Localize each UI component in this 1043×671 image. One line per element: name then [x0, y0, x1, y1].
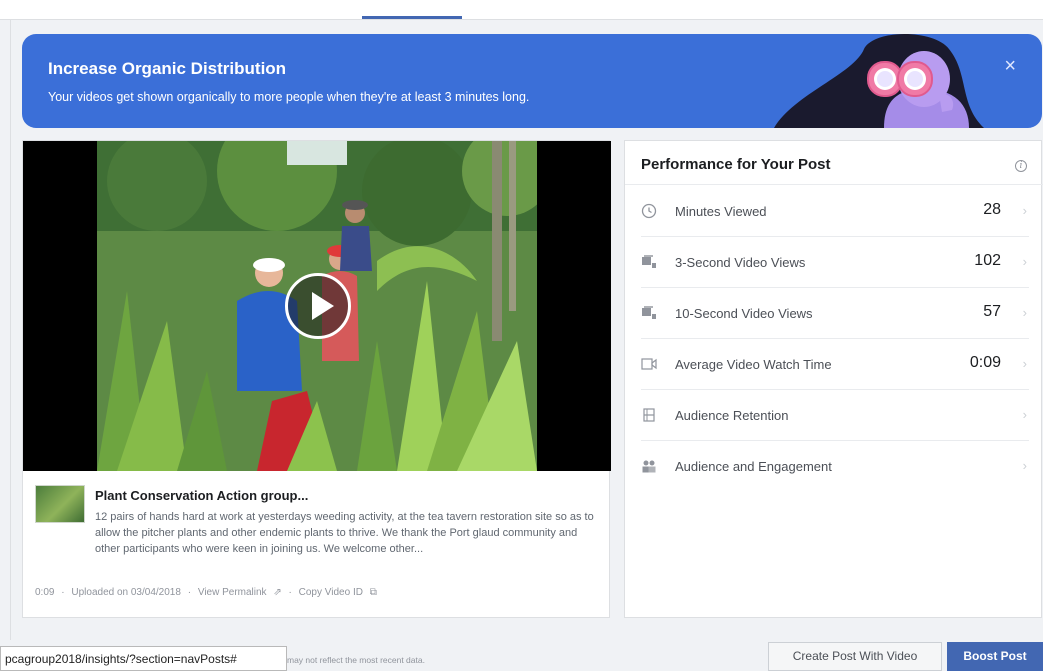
metric-row-audience-engagement[interactable]: Audience and Engagement ›	[641, 441, 1029, 492]
top-tab-bar	[0, 0, 1043, 20]
create-post-with-video-button[interactable]: Create Post With Video	[768, 642, 942, 671]
post-description: 12 pairs of hands hard at work at yester…	[95, 511, 594, 555]
banner-subtitle: Your videos get shown organically to mor…	[48, 90, 530, 104]
data-freshness-note: may not reflect the most recent data.	[287, 655, 425, 665]
metric-row-minutes-viewed[interactable]: Minutes Viewed 28 ›	[641, 186, 1029, 237]
organic-distribution-banner: Increase Organic Distribution Your video…	[22, 34, 1042, 128]
metric-value: 0:09	[969, 354, 1001, 371]
metric-value: 102	[974, 252, 1001, 269]
video-camera-icon	[641, 358, 657, 370]
metric-label: Minutes Viewed	[675, 204, 767, 219]
meta-separator: ·	[61, 587, 65, 598]
chevron-right-icon: ›	[1022, 203, 1027, 218]
metric-label: 3-Second Video Views	[675, 255, 806, 270]
active-tab-indicator	[362, 16, 462, 19]
content-border	[10, 20, 11, 640]
external-link-icon: ⇗	[273, 587, 282, 598]
metric-label: Audience and Engagement	[675, 459, 832, 474]
view-permalink-link[interactable]: View Permalink	[198, 587, 267, 598]
chevron-right-icon: ›	[1022, 254, 1027, 269]
meta-separator: ·	[187, 587, 192, 598]
banner-title: Increase Organic Distribution	[48, 59, 287, 78]
meta-separator: ·	[288, 587, 292, 598]
post-title[interactable]: Plant Conservation Action group...	[95, 488, 308, 503]
film-icon	[643, 408, 655, 422]
post-meta: 0:09 · Uploaded on 03/04/2018 · View Per…	[35, 587, 381, 598]
metric-label: Audience Retention	[675, 408, 789, 423]
metric-value: 28	[983, 201, 1001, 218]
chevron-right-icon: ›	[1022, 356, 1027, 371]
metric-row-audience-retention[interactable]: Audience Retention ›	[641, 390, 1029, 441]
divider	[625, 184, 1043, 185]
copy-icon: ⧉	[369, 587, 377, 598]
metric-row-10-second-views[interactable]: 10-Second Video Views 57 ›	[641, 288, 1029, 339]
performance-title: Performance for Your Post	[641, 156, 831, 173]
copy-video-id-link[interactable]: Copy Video ID	[299, 587, 363, 598]
chevron-right-icon: ›	[1022, 407, 1027, 422]
browser-status-url: pcagroup2018/insights/?section=navPosts#	[0, 646, 287, 671]
video-post-card: Plant Conservation Action group... 12 pa…	[22, 140, 611, 618]
metric-row-3-second-views[interactable]: 3-Second Video Views 102 ›	[641, 237, 1029, 288]
upload-date: Uploaded on 03/04/2018	[71, 587, 181, 598]
performance-panel: Performance for Your Post i Minutes View…	[624, 140, 1043, 618]
post-thumbnail[interactable]	[35, 485, 85, 523]
metric-row-average-watch-time[interactable]: Average Video Watch Time 0:09 ›	[641, 339, 1029, 390]
video-views-icon	[642, 255, 656, 268]
clock-icon	[641, 203, 657, 219]
chevron-right-icon: ›	[1022, 458, 1027, 473]
binoculars-illustration	[774, 34, 984, 128]
metric-label: Average Video Watch Time	[675, 357, 832, 372]
metric-value: 57	[983, 303, 1001, 320]
info-icon[interactable]: i	[1015, 160, 1027, 172]
video-player[interactable]	[23, 141, 611, 471]
play-button[interactable]	[285, 273, 351, 339]
chevron-right-icon: ›	[1022, 305, 1027, 320]
close-icon[interactable]: ×	[1004, 55, 1016, 78]
video-duration: 0:09	[35, 587, 55, 598]
people-icon	[642, 460, 656, 473]
boost-post-button[interactable]: Boost Post	[947, 642, 1043, 671]
metric-label: 10-Second Video Views	[675, 306, 813, 321]
video-views-icon	[642, 306, 656, 319]
